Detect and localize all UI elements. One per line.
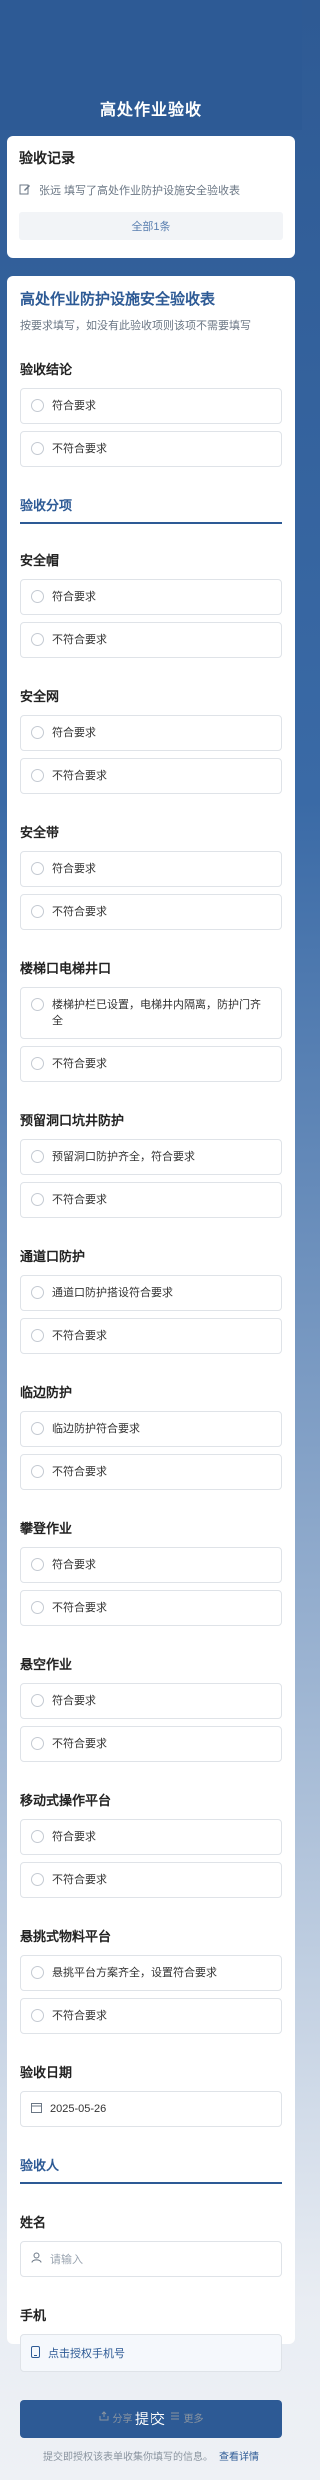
share-icon <box>99 2411 109 2424</box>
page-title: 高处作业验收 <box>99 102 202 119</box>
radio-icon <box>31 1694 44 1707</box>
record-entry-text: 张远 填写了高处作业防护设施安全验收表 <box>39 185 241 197</box>
item-option-fail[interactable]: 不符合要求 <box>20 758 282 794</box>
radio-icon <box>31 1329 44 1342</box>
edit-icon <box>19 183 31 198</box>
radio-icon <box>31 862 44 875</box>
name-label: 姓名 <box>20 2215 47 2230</box>
conclusion-option-fail[interactable]: 不符合要求 <box>20 431 282 467</box>
name-input[interactable]: 请输入 <box>20 2241 282 2277</box>
item-option-fail[interactable]: 不符合要求 <box>20 1182 282 1218</box>
item-option-pass[interactable]: 符合要求 <box>20 1683 282 1719</box>
footer-divider <box>150 2412 152 2423</box>
record-title: 验收记录 <box>19 150 75 166</box>
item-label: 安全帽 <box>20 553 60 568</box>
item-option-fail[interactable]: 不符合要求 <box>20 1046 282 1082</box>
item-option-fail[interactable]: 不符合要求 <box>20 1998 282 2034</box>
item-option-pass[interactable]: 悬挑平台方案齐全，设置符合要求 <box>20 1955 282 1991</box>
radio-icon <box>31 1286 44 1299</box>
form-description: 按要求填写，如没有此验收项则该项不需要填写 <box>20 320 251 332</box>
radio-icon <box>31 1873 44 1886</box>
more-button[interactable]: 更多 <box>170 2410 204 2425</box>
item-label: 预留洞口坑井防护 <box>20 1113 125 1128</box>
privacy-text: 提交即授权该表单收集你填写的信息。 <box>43 2452 213 2463</box>
phone-label: 手机 <box>20 2308 47 2323</box>
item-label: 楼梯口电梯井口 <box>20 961 112 976</box>
item-option-fail[interactable]: 不符合要求 <box>20 622 282 658</box>
radio-icon <box>31 726 44 739</box>
radio-icon <box>31 998 44 1011</box>
item-label: 安全网 <box>20 689 60 704</box>
radio-icon <box>31 1737 44 1750</box>
user-icon <box>31 2252 42 2266</box>
item-label: 安全带 <box>20 825 60 840</box>
item-option-pass[interactable]: 符合要求 <box>20 1547 282 1583</box>
radio-icon <box>31 905 44 918</box>
item-option-fail[interactable]: 不符合要求 <box>20 1590 282 1626</box>
item-option-pass[interactable]: 通道口防护搭设符合要求 <box>20 1275 282 1311</box>
radio-icon <box>31 1465 44 1478</box>
radio-icon <box>31 633 44 646</box>
radio-icon <box>31 1150 44 1163</box>
footer: 分享 更多 <box>0 2410 302 2425</box>
section-inspector-heading: 验收人 <box>20 2155 282 2184</box>
form-card: 高处作业防护设施安全验收表 按要求填写，如没有此验收项则该项不需要填写 验收结论… <box>7 276 295 2463</box>
radio-icon <box>31 1601 44 1614</box>
item-option-pass[interactable]: 楼梯护栏已设置，电梯井内隔离，防护门齐全 <box>20 987 282 1039</box>
item-option-fail[interactable]: 不符合要求 <box>20 1726 282 1762</box>
radio-icon <box>31 1966 44 1979</box>
item-label: 攀登作业 <box>20 1521 73 1536</box>
radio-icon <box>31 1830 44 1843</box>
section-items-heading: 验收分项 <box>20 495 282 524</box>
item-option-fail[interactable]: 不符合要求 <box>20 1318 282 1354</box>
phone-icon <box>31 2345 40 2361</box>
item-option-pass[interactable]: 符合要求 <box>20 851 282 887</box>
record-card: 验收记录 张远 填写了高处作业防护设施安全验收表 全部1条 <box>7 136 295 258</box>
radio-icon <box>31 769 44 782</box>
item-option-fail[interactable]: 不符合要求 <box>20 1862 282 1898</box>
radio-icon <box>31 2009 44 2022</box>
date-value: 2025-05-26 <box>50 2103 107 2115</box>
authorize-phone-label: 点击授权手机号 <box>48 2348 125 2360</box>
radio-icon <box>31 442 44 455</box>
date-label: 验收日期 <box>20 2065 73 2080</box>
privacy-notice: 提交即授权该表单收集你填写的信息。 查看详情 <box>20 2448 282 2463</box>
date-field[interactable]: 2025-05-26 <box>20 2091 282 2127</box>
item-option-fail[interactable]: 不符合要求 <box>20 1454 282 1490</box>
view-details-link[interactable]: 查看详情 <box>219 2452 259 2463</box>
item-label: 通道口防护 <box>20 1249 86 1264</box>
radio-icon <box>31 1558 44 1571</box>
record-entry[interactable]: 张远 填写了高处作业防护设施安全验收表 <box>19 182 283 198</box>
item-option-pass[interactable]: 符合要求 <box>20 715 282 751</box>
calendar-icon <box>31 2102 42 2116</box>
radio-icon <box>31 1193 44 1206</box>
share-button[interactable]: 分享 <box>99 2410 133 2425</box>
authorize-phone-button[interactable]: 点击授权手机号 <box>20 2334 282 2372</box>
item-option-pass[interactable]: 临边防护符合要求 <box>20 1411 282 1447</box>
item-option-pass[interactable]: 预留洞口防护齐全，符合要求 <box>20 1139 282 1175</box>
menu-icon <box>170 2411 180 2424</box>
conclusion-label: 验收结论 <box>20 362 73 377</box>
inspection-items: 安全帽 符合要求 不符合要求 安全网 符合要求 不符合要求 安全带 符合要求 不符合要求 楼梯口电… <box>20 550 282 2034</box>
page-header: 高处作业验收 <box>0 0 302 130</box>
all-records-button[interactable]: 全部1条 <box>19 212 283 240</box>
item-label: 移动式操作平台 <box>20 1793 112 1808</box>
item-option-pass[interactable]: 符合要求 <box>20 1819 282 1855</box>
radio-icon <box>31 399 44 412</box>
form-title: 高处作业防护设施安全验收表 <box>20 291 216 308</box>
conclusion-option-pass[interactable]: 符合要求 <box>20 388 282 424</box>
item-option-pass[interactable]: 符合要求 <box>20 579 282 615</box>
radio-icon <box>31 590 44 603</box>
item-label: 临边防护 <box>20 1385 73 1400</box>
radio-icon <box>31 1057 44 1070</box>
name-placeholder: 请输入 <box>50 2254 83 2266</box>
radio-icon <box>31 1422 44 1435</box>
item-label: 悬挑式物料平台 <box>20 1929 112 1944</box>
item-label: 悬空作业 <box>20 1657 73 1672</box>
item-option-fail[interactable]: 不符合要求 <box>20 894 282 930</box>
